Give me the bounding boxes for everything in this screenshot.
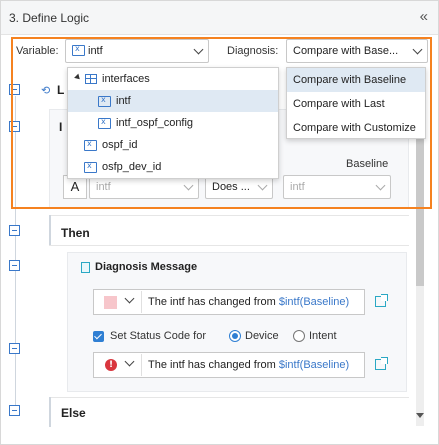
tree-node-label: interfaces xyxy=(102,73,150,85)
tree-node-osfp-dev-id[interactable]: osfp_dev_id xyxy=(68,156,278,178)
then-bottom-divider xyxy=(49,245,409,246)
message-separator xyxy=(141,291,142,313)
variable-label: Variable: xyxy=(16,45,59,57)
device-radio-label: Device xyxy=(245,330,279,342)
collapse-message-icon[interactable] xyxy=(9,260,20,271)
diagnosis-option-label: Compare with Last xyxy=(293,98,385,110)
diagnosis-label: Diagnosis: xyxy=(227,45,279,57)
external-link-icon[interactable] xyxy=(375,357,388,370)
then-label: Then xyxy=(61,226,90,240)
else-label: Else xyxy=(61,406,86,420)
document-icon xyxy=(81,262,90,273)
intent-radio[interactable] xyxy=(293,330,305,342)
variable-icon xyxy=(72,44,85,56)
external-link-icon[interactable] xyxy=(375,294,388,307)
diagnosis-dropdown: Compare with Baseline Compare with Last … xyxy=(286,67,426,139)
diagnosis-select-value: Compare with Base... xyxy=(293,45,399,57)
table-icon xyxy=(85,74,97,84)
then-divider xyxy=(49,215,409,216)
collapse-icon[interactable]: « xyxy=(420,9,428,25)
diagnosis-option-baseline[interactable]: Compare with Baseline xyxy=(287,68,425,92)
device-radio[interactable] xyxy=(229,330,241,342)
tree-node-label: intf xyxy=(116,95,131,107)
message-1-text: The intf has changed from $intf(Baseline… xyxy=(148,296,349,308)
message-1-prefix: The intf has changed from xyxy=(148,296,279,308)
tree-node-label: intf_ospf_config xyxy=(116,117,194,129)
variable-icon xyxy=(98,95,111,107)
variable-icon xyxy=(84,139,97,151)
message-2-prefix: The intf has changed from xyxy=(148,359,279,371)
message-2-text: The intf has changed from $intf(Baseline… xyxy=(148,359,349,371)
diagnosis-message-title: Diagnosis Message xyxy=(95,261,198,273)
scroll-down-icon[interactable] xyxy=(416,411,424,419)
collapse-then-icon[interactable] xyxy=(9,225,20,236)
variable-select-value: intf xyxy=(72,44,103,57)
collapse-status-icon[interactable] xyxy=(9,343,20,354)
color-swatch[interactable] xyxy=(104,296,117,309)
variable-dropdown: interfaces intf intf_ospf_config ospf_id… xyxy=(67,67,279,179)
set-status-label: Set Status Code for xyxy=(110,330,206,342)
panel-header: 3. Define Logic « xyxy=(1,1,438,35)
else-left-bar xyxy=(49,397,51,427)
message-separator xyxy=(141,354,142,376)
diagnosis-option-customize[interactable]: Compare with Customize xyxy=(287,116,425,140)
collapse-else-icon[interactable] xyxy=(9,405,20,416)
diagnosis-option-last[interactable]: Compare with Last xyxy=(287,92,425,116)
define-logic-panel: 3. Define Logic « ⟲ L I Baseline A intf … xyxy=(0,0,439,445)
tree-node-intf[interactable]: intf xyxy=(68,90,278,112)
variable-icon xyxy=(98,117,111,129)
tree-node-intf-ospf-config[interactable]: intf_ospf_config xyxy=(68,112,278,134)
tree-node-label: ospf_id xyxy=(102,139,138,151)
intent-radio-label: Intent xyxy=(309,330,337,342)
tree-node-ospf-id[interactable]: ospf_id xyxy=(68,134,278,156)
variable-icon xyxy=(84,161,97,173)
message-1-variable[interactable]: $intf(Baseline) xyxy=(279,296,349,308)
variable-select[interactable]: intf xyxy=(65,39,209,63)
chevron-down-icon xyxy=(193,44,204,55)
panel-title: 3. Define Logic xyxy=(9,11,90,25)
tree-node-interfaces[interactable]: interfaces xyxy=(68,68,278,90)
expand-triangle-icon[interactable] xyxy=(74,73,82,82)
then-left-bar xyxy=(49,215,51,245)
chevron-down-icon xyxy=(412,44,423,55)
error-icon[interactable]: ! xyxy=(105,359,117,371)
tree-node-label: osfp_dev_id xyxy=(102,161,162,173)
diagnosis-select[interactable]: Compare with Base... xyxy=(286,39,428,63)
set-status-checkbox[interactable] xyxy=(93,331,104,342)
else-divider xyxy=(49,397,409,398)
message-2-variable[interactable]: $intf(Baseline) xyxy=(279,359,349,371)
variable-selected-text: intf xyxy=(88,45,103,57)
diagnosis-option-label: Compare with Baseline xyxy=(293,74,407,86)
diagnosis-option-label: Compare with Customize xyxy=(293,122,416,134)
